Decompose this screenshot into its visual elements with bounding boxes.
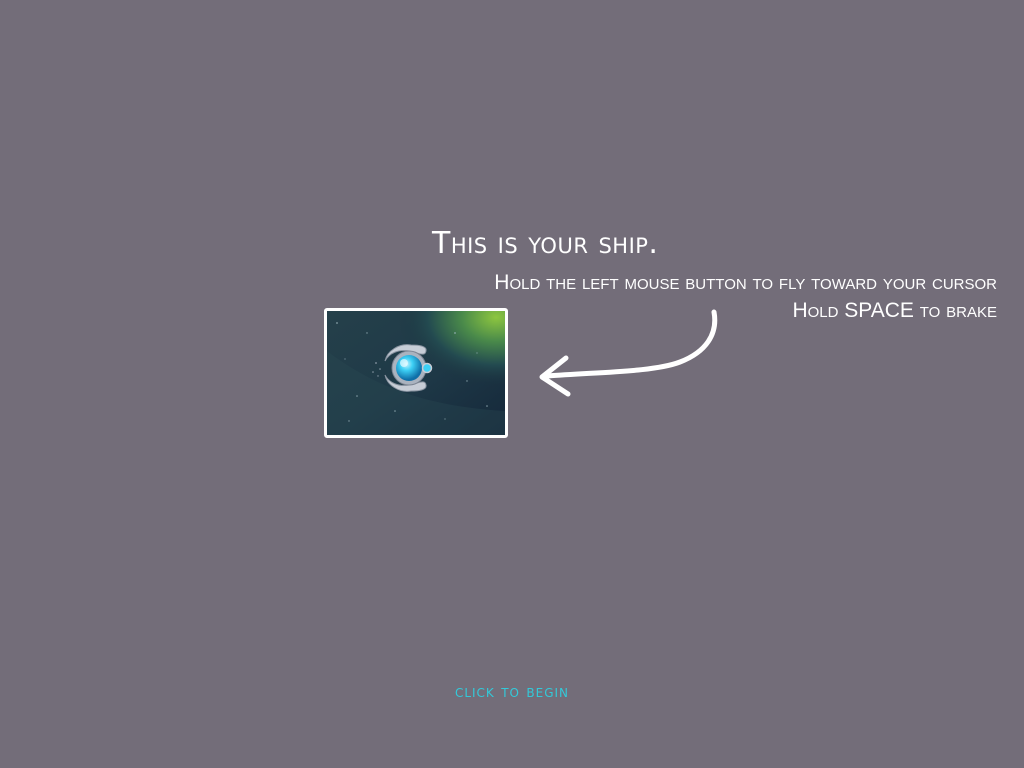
brake-instruction: Hold SPACE to brake	[792, 299, 997, 322]
tutorial-title: This is your ship.	[432, 226, 659, 261]
curved-arrow-icon	[539, 309, 718, 397]
game-screen[interactable]: This is your ship. Hold the left mouse b…	[0, 0, 1024, 768]
ship-preview-image	[327, 311, 505, 435]
ship-preview-card	[324, 308, 508, 438]
click-to-begin-button[interactable]: CLICK TO BEGIN	[0, 680, 1024, 704]
fly-instruction: Hold the left mouse button to fly toward…	[494, 271, 997, 294]
